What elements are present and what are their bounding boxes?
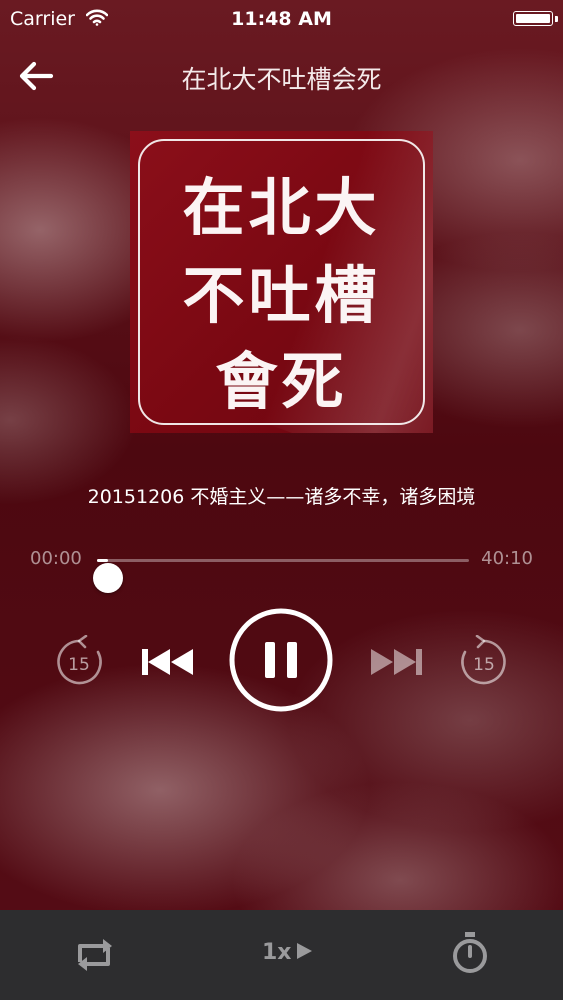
skip-back-15-button[interactable]: 15 — [52, 635, 106, 689]
progress-bar[interactable]: 00:00 40:10 — [0, 540, 563, 593]
playback-controls: 15 15 — [0, 605, 563, 715]
progress-track[interactable] — [93, 559, 469, 593]
skip-back-seconds: 15 — [68, 655, 90, 675]
playback-speed-button[interactable]: 1x — [262, 940, 314, 965]
progress-thumb[interactable] — [93, 563, 124, 593]
pause-icon — [229, 608, 333, 712]
pause-button[interactable] — [228, 607, 334, 713]
progress-fill — [97, 559, 109, 562]
duration-time: 40:10 — [481, 548, 533, 569]
status-time: 11:48 AM — [231, 8, 332, 30]
sleep-timer-button[interactable] — [448, 930, 492, 976]
timer-icon — [453, 932, 487, 973]
repeat-icon — [78, 939, 112, 971]
forward-15-icon: 15 — [461, 635, 506, 685]
repeat-button[interactable] — [72, 934, 116, 974]
next-track-icon — [371, 649, 422, 675]
previous-button[interactable] — [140, 645, 196, 679]
next-button[interactable] — [368, 645, 424, 679]
skip-forward-15-button[interactable]: 15 — [457, 635, 511, 689]
nav-bar: 在北大不吐槽会死 — [0, 48, 563, 104]
battery-icon — [513, 11, 553, 26]
album-cover: 在北大 不吐槽 會死 — [130, 131, 433, 433]
episode-title: 20151206 不婚主义——诸多不幸，诸多困境 — [87, 486, 476, 508]
page-title: 在北大不吐槽会死 — [181, 65, 382, 94]
play-triangle-icon — [296, 943, 312, 959]
bottom-toolbar: 1x — [0, 910, 563, 1000]
battery-tip — [555, 16, 558, 22]
rewind-15-icon: 15 — [57, 635, 102, 685]
status-bar: Carrier 11:48 AM — [0, 0, 563, 38]
speed-label: 1x — [262, 940, 292, 965]
skip-forward-seconds: 15 — [473, 655, 495, 675]
previous-track-icon — [142, 649, 193, 675]
elapsed-time: 00:00 — [30, 548, 82, 569]
